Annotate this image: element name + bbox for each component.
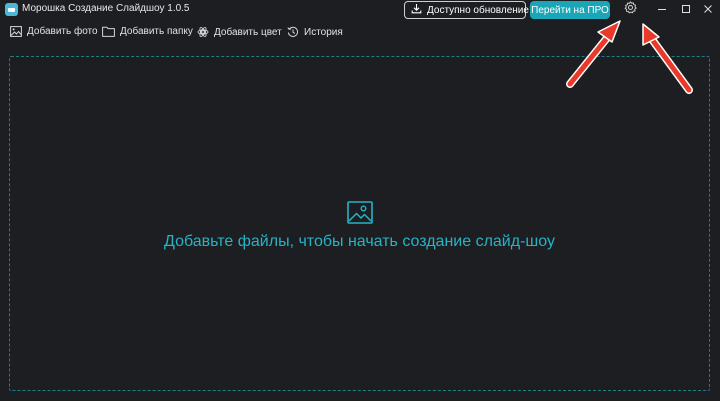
maximize-icon xyxy=(681,1,691,19)
window-title: Морошка Создание Слайдшоу 1.0.5 xyxy=(22,3,190,14)
history-label: История xyxy=(304,26,343,38)
app-logo-icon xyxy=(5,3,18,16)
title-bar: Морошка Создание Слайдшоу 1.0.5 Доступно… xyxy=(0,0,720,20)
app-window: Морошка Создание Слайдшоу 1.0.5 Доступно… xyxy=(0,0,720,401)
minimize-button[interactable] xyxy=(652,1,672,19)
empty-state-text: Добавьте файлы, чтобы начать создание сл… xyxy=(164,233,555,250)
add-color-label: Добавить цвет xyxy=(214,26,282,38)
history-button[interactable]: История xyxy=(287,26,343,38)
image-icon xyxy=(347,201,373,229)
add-folder-button[interactable]: Добавить папку xyxy=(102,26,193,37)
go-pro-button[interactable]: Перейти на ПРО xyxy=(530,1,610,19)
toolbar: Добавить фото Добавить папку Добавить цв… xyxy=(0,22,720,44)
update-available-label: Доступно обновление! xyxy=(427,4,532,16)
download-icon xyxy=(411,3,422,17)
gear-icon xyxy=(624,1,637,19)
go-pro-label: Перейти на ПРО xyxy=(531,4,609,16)
minimize-icon xyxy=(657,1,667,19)
close-icon xyxy=(703,1,713,19)
add-photo-button[interactable]: Добавить фото xyxy=(10,26,98,37)
color-icon xyxy=(197,26,209,38)
close-button[interactable] xyxy=(698,1,718,19)
update-available-button[interactable]: Доступно обновление! xyxy=(404,1,532,19)
settings-button[interactable] xyxy=(621,1,639,19)
maximize-button[interactable] xyxy=(676,1,696,19)
history-icon xyxy=(287,26,299,38)
file-drop-area[interactable]: Добавьте файлы, чтобы начать создание сл… xyxy=(9,56,710,391)
image-icon xyxy=(10,26,22,37)
add-photo-label: Добавить фото xyxy=(27,26,98,37)
add-color-button[interactable]: Добавить цвет xyxy=(197,26,282,38)
add-folder-label: Добавить папку xyxy=(120,26,193,37)
folder-icon xyxy=(102,26,115,37)
